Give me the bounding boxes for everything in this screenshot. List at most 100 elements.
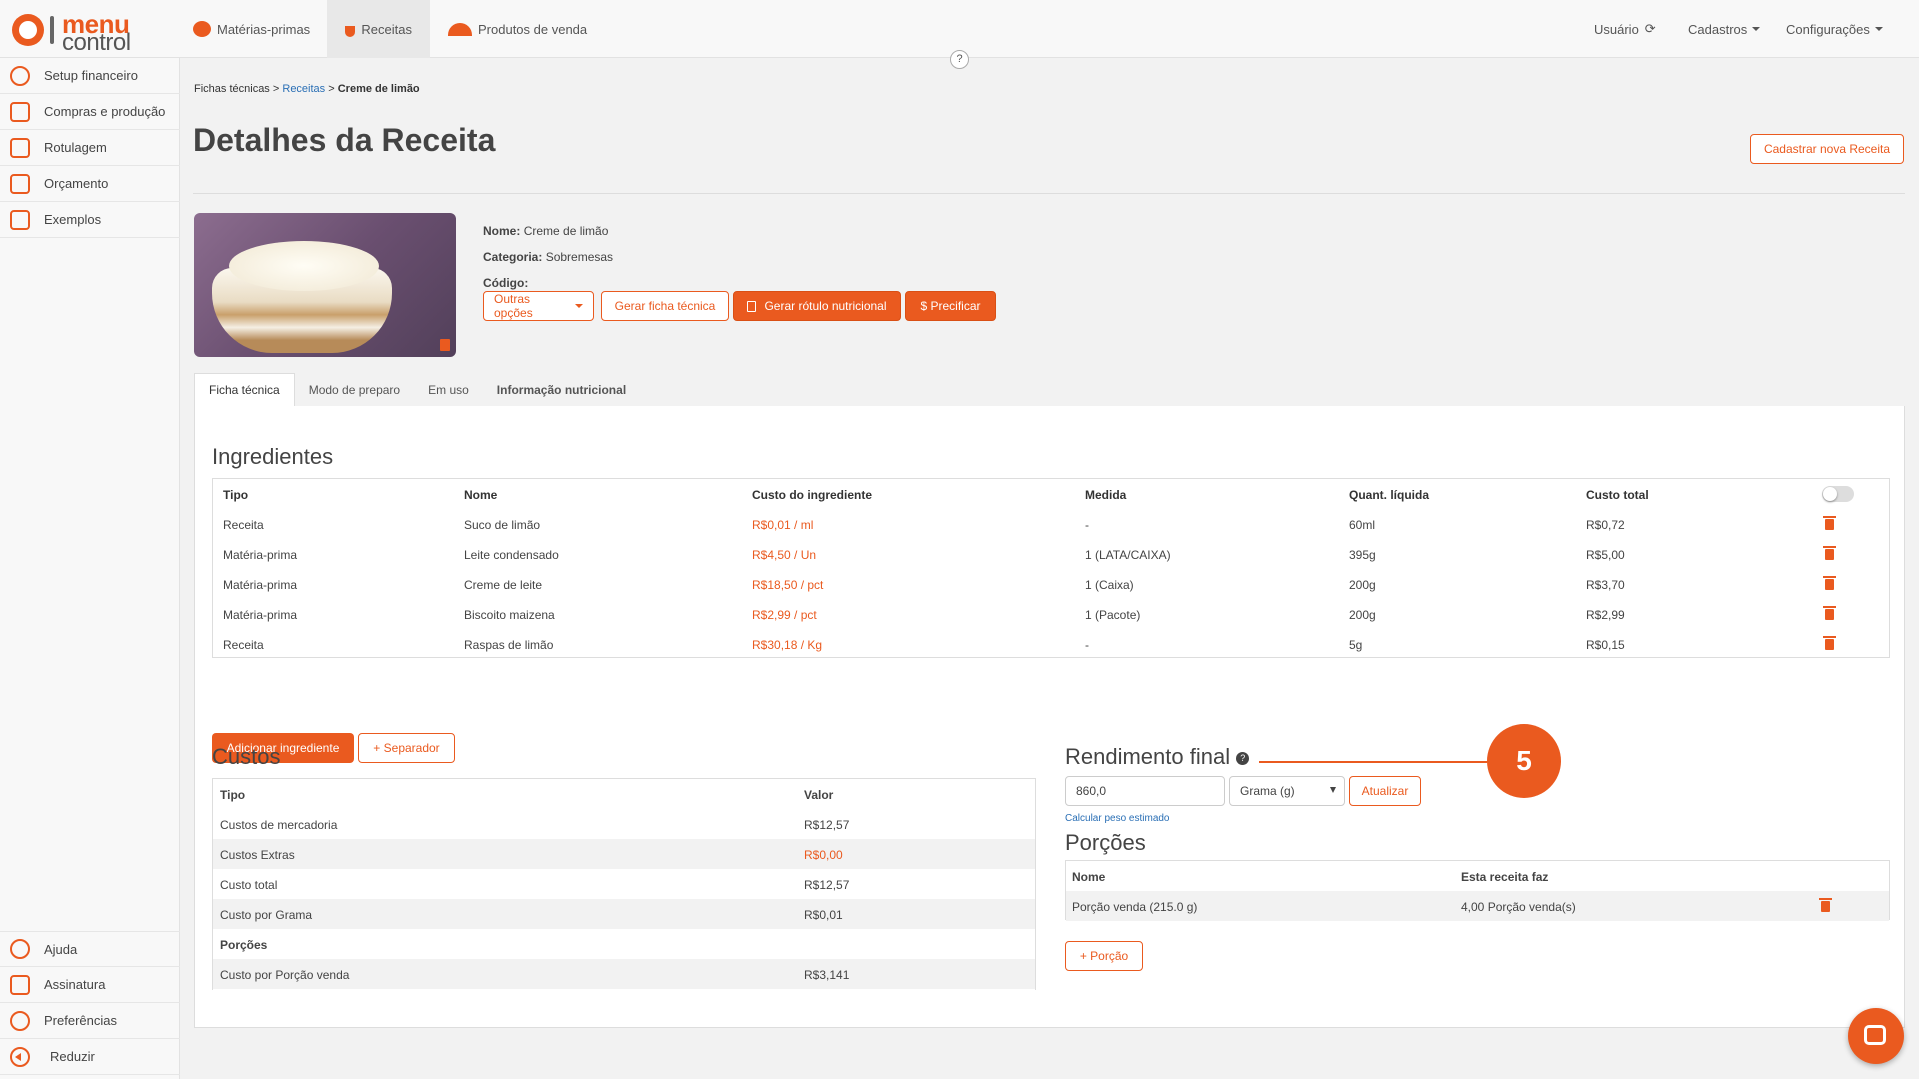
cell-custo-ingrediente[interactable]: R$2,99 / pct xyxy=(752,608,817,622)
yield-input[interactable]: 860,0 xyxy=(1065,776,1225,806)
examples-icon xyxy=(10,209,30,230)
label-icon xyxy=(10,137,30,158)
table-row: Porções xyxy=(213,929,1035,959)
cell-valor: R$12,57 xyxy=(804,878,850,892)
cell-tipo: Custo total xyxy=(220,878,278,892)
budget-icon xyxy=(10,173,30,194)
generate-sheet-button[interactable]: Gerar ficha técnica xyxy=(601,291,729,321)
sidebar-item-compras-producao[interactable]: Compras e produção xyxy=(0,94,180,130)
page-title: Detalhes da Receita xyxy=(193,122,496,158)
configuracoes-dropdown[interactable]: Configurações xyxy=(1786,0,1883,58)
trash-icon[interactable] xyxy=(1823,576,1836,590)
logo-clock-icon xyxy=(12,14,44,46)
other-options-button[interactable]: Outras opções xyxy=(483,291,594,321)
sidebar-item-preferencias[interactable]: Preferências xyxy=(0,1003,180,1039)
cell-tipo: Matéria-prima xyxy=(223,608,298,622)
nav-materias-primas[interactable]: Matérias-primas xyxy=(175,0,328,58)
sidebar-item-label: Orçamento xyxy=(44,176,109,191)
cell-custo-ingrediente[interactable]: R$18,50 / pct xyxy=(752,578,823,592)
trash-icon[interactable] xyxy=(1823,606,1836,620)
table-row: Porção venda (215.0 g) 4,00 Porção venda(… xyxy=(1066,891,1889,921)
nav-produtos-de-venda[interactable]: Produtos de venda xyxy=(430,0,605,58)
breadcrumb-receitas-link[interactable]: Receitas xyxy=(282,83,325,95)
cell-nome: Biscoito maizena xyxy=(464,608,555,622)
cell-valor: R$3,141 xyxy=(804,968,850,982)
sidebar-item-assinatura[interactable]: Assinatura xyxy=(0,967,180,1003)
pricing-button[interactable]: $ Precificar xyxy=(905,291,996,321)
toggle-switch[interactable] xyxy=(1822,486,1854,502)
recipe-category: Sobremesas xyxy=(545,250,614,264)
sidebar-item-exemplos[interactable]: Exemplos xyxy=(0,202,180,238)
sidebar-item-ajuda[interactable]: Ajuda xyxy=(0,931,180,967)
cell-quant-liquida: 395g xyxy=(1349,548,1376,562)
new-recipe-button[interactable]: Cadastrar nova Receita xyxy=(1750,134,1904,164)
add-separator-button[interactable]: + Separador xyxy=(358,733,455,763)
estimate-weight-link[interactable]: Calcular peso estimado xyxy=(1065,813,1170,824)
cell-valor: R$0,01 xyxy=(804,908,843,922)
sidebar-item-label: Preferências xyxy=(44,1013,117,1028)
sidebar-item-reduzir[interactable]: Reduzir xyxy=(0,1039,180,1075)
table-row: Matéria-prima Leite condensado R$4,50 / … xyxy=(213,539,1889,569)
logo-text-control: control xyxy=(62,29,131,56)
bowl-icon xyxy=(345,26,356,37)
table-header: Tipo Nome Custo do ingrediente Medida Qu… xyxy=(213,479,1889,509)
menu-control-logo[interactable]: menu control xyxy=(12,9,182,56)
col-quant-liquida: Quant. líquida xyxy=(1349,488,1429,502)
sidebar-item-rotulagem[interactable]: Rotulagem xyxy=(0,130,180,166)
tab-modo-de-preparo[interactable]: Modo de preparo xyxy=(295,373,414,407)
generate-nutrition-label-button[interactable]: Gerar rótulo nutricional xyxy=(733,291,901,321)
cell-nome: Creme de leite xyxy=(464,578,543,592)
trash-icon[interactable] xyxy=(1823,546,1836,560)
user-label: Usuário xyxy=(1594,21,1639,37)
chat-support-icon[interactable] xyxy=(1848,1008,1904,1064)
cell-custo-total: R$0,15 xyxy=(1586,638,1625,652)
dropdown-arrow-icon xyxy=(1330,787,1336,793)
sidebar-item-label: Assinatura xyxy=(44,977,106,992)
trash-icon[interactable] xyxy=(1819,898,1832,912)
costs-table: Tipo Valor Custos de mercadoria R$12,57 Cu… xyxy=(212,778,1036,990)
cell-custo-total: R$5,00 xyxy=(1586,548,1625,562)
tab-em-uso[interactable]: Em uso xyxy=(414,373,483,407)
recipe-photo xyxy=(194,213,456,357)
cadastros-dropdown[interactable]: Cadastros xyxy=(1688,0,1761,58)
cell-custo-ingrediente[interactable]: R$4,50 / Un xyxy=(752,548,816,562)
cell-tipo: Custo por Porção venda xyxy=(220,968,350,982)
cell-valor: R$12,57 xyxy=(804,818,850,832)
portions-table: Nome Esta receita faz Porção venda (215.0… xyxy=(1065,860,1890,921)
main-content: Fichas técnicas > Receitas > Creme de li… xyxy=(180,58,1919,1079)
update-button[interactable]: Atualizar xyxy=(1349,776,1421,806)
cell-custo-total: R$2,99 xyxy=(1586,608,1625,622)
tab-ficha-tecnica[interactable]: Ficha técnica xyxy=(194,373,295,407)
cell-valor[interactable]: R$0,00 xyxy=(804,848,843,862)
add-portion-button[interactable]: + Porção xyxy=(1065,941,1143,971)
trash-icon[interactable] xyxy=(1823,516,1836,530)
cell-custo-ingrediente[interactable]: R$0,01 / ml xyxy=(752,518,813,532)
document-icon xyxy=(747,300,757,312)
cell-tipo: Matéria-prima xyxy=(223,548,298,562)
help-icon xyxy=(10,939,30,959)
col-esta-receita-faz: Esta receita faz xyxy=(1461,870,1549,884)
tab-informacao-nutricional[interactable]: Informação nutricional xyxy=(483,373,640,407)
nav-label: Produtos de venda xyxy=(478,21,588,37)
col-medida: Medida xyxy=(1085,488,1127,502)
unit-select[interactable]: Grama (g) xyxy=(1229,776,1345,806)
cell-custo-ingrediente[interactable]: R$30,18 / Kg xyxy=(752,638,822,652)
breadcrumb-fichas-tecnicas[interactable]: Fichas técnicas xyxy=(194,83,270,95)
nav-receitas[interactable]: Receitas xyxy=(327,0,430,58)
sidebar-item-label: Rotulagem xyxy=(44,140,107,155)
cell-custo-total: R$3,70 xyxy=(1586,578,1625,592)
step-callout-badge: 5 xyxy=(1487,724,1561,798)
table-row: Custo por Porção venda R$3,141 xyxy=(213,959,1035,989)
ingredients-table: Tipo Nome Custo do ingrediente Medida Qu… xyxy=(212,478,1890,658)
cell-custo-total: R$0,72 xyxy=(1586,518,1625,532)
trash-icon[interactable] xyxy=(1823,636,1836,650)
ficha-tecnica-panel: Ingredientes Tipo Nome Custo do ingredie… xyxy=(194,406,1905,1028)
question-icon[interactable]: ? xyxy=(1236,751,1250,765)
caret-down-icon xyxy=(575,304,583,308)
sidebar-item-orcamento[interactable]: Orçamento xyxy=(0,166,180,202)
table-row: Custo por Grama R$0,01 xyxy=(213,899,1035,929)
user-menu[interactable]: Usuário ⟳ xyxy=(1594,0,1656,58)
col-tipo: Tipo xyxy=(220,788,246,802)
sidebar-item-setup-financeiro[interactable]: Setup financeiro xyxy=(0,58,180,94)
delete-photo-icon[interactable] xyxy=(440,339,450,351)
